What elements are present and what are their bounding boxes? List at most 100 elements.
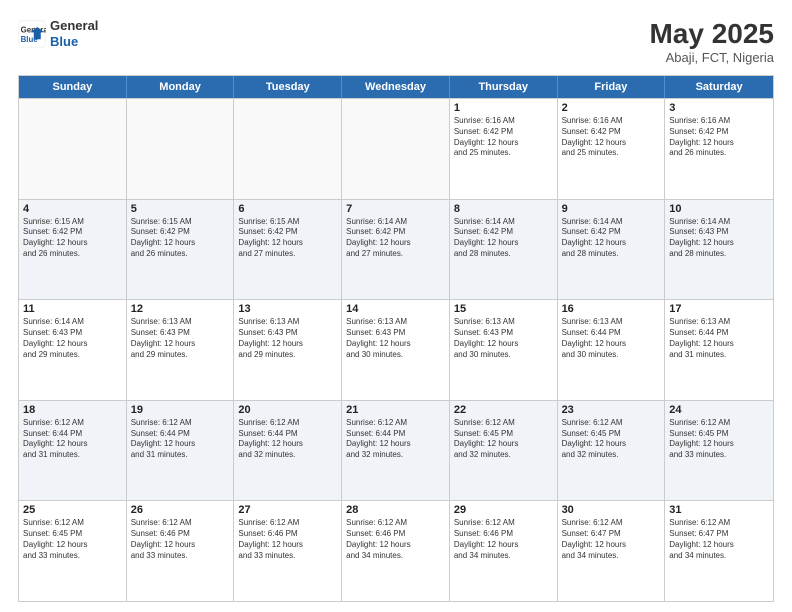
- day-number: 16: [562, 303, 661, 315]
- header-day-sunday: Sunday: [19, 76, 127, 98]
- day-number: 19: [131, 404, 230, 416]
- day-number: 25: [23, 504, 122, 516]
- calendar-row-4: 18 Sunrise: 6:12 AM Sunset: 6:44 PM Dayli…: [19, 400, 773, 501]
- day-number: 14: [346, 303, 445, 315]
- day-number: 4: [23, 203, 122, 215]
- calendar-cell: 16Sunrise: 6:13 AM Sunset: 6:44 PM Dayli…: [558, 300, 666, 400]
- calendar-cell: 28 Sunrise: 6:12 AM Sunset: 6:46 PM Dayli…: [342, 501, 450, 601]
- month-year: May 2025: [649, 18, 774, 50]
- calendar-row-2: 4 Sunrise: 6:15 AM Sunset: 6:42 PM Daylig…: [19, 199, 773, 300]
- day-number: 27: [238, 504, 337, 516]
- calendar-cell: 15Sunrise: 6:13 AM Sunset: 6:43 PM Dayli…: [450, 300, 558, 400]
- calendar: SundayMondayTuesdayWednesdayThursdayFrid…: [18, 75, 774, 602]
- calendar-row-5: 25Sunrise: 6:12 AM Sunset: 6:45 PM Dayli…: [19, 500, 773, 601]
- calendar-cell: 10Sunrise: 6:14 AM Sunset: 6:43 PM Dayli…: [665, 200, 773, 300]
- day-number: 24: [669, 404, 769, 416]
- cell-detail: Sunrise: 6:12 AM Sunset: 6:45 PM Dayligh…: [454, 418, 553, 461]
- day-number: 6: [238, 203, 337, 215]
- day-number: 1: [454, 102, 553, 114]
- cell-detail: Sunrise: 6:15 AM Sunset: 6:42 PM Dayligh…: [131, 217, 230, 260]
- day-number: 5: [131, 203, 230, 215]
- calendar-cell: 9 Sunrise: 6:14 AM Sunset: 6:42 PM Daylig…: [558, 200, 666, 300]
- day-number: 28: [346, 504, 445, 516]
- header-day-friday: Friday: [558, 76, 666, 98]
- day-number: 2: [562, 102, 661, 114]
- day-number: 18: [23, 404, 122, 416]
- calendar-cell: 18 Sunrise: 6:12 AM Sunset: 6:44 PM Dayli…: [19, 401, 127, 501]
- cell-detail: Sunrise: 6:13 AM Sunset: 6:43 PM Dayligh…: [238, 317, 337, 360]
- calendar-cell: 5 Sunrise: 6:15 AM Sunset: 6:42 PM Daylig…: [127, 200, 235, 300]
- header-day-saturday: Saturday: [665, 76, 773, 98]
- cell-detail: Sunrise: 6:13 AM Sunset: 6:44 PM Dayligh…: [669, 317, 769, 360]
- cell-detail: Sunrise: 6:12 AM Sunset: 6:47 PM Dayligh…: [669, 518, 769, 561]
- calendar-cell: 27Sunrise: 6:12 AM Sunset: 6:46 PM Dayli…: [234, 501, 342, 601]
- day-number: 11: [23, 303, 122, 315]
- calendar-cell: 3Sunrise: 6:16 AM Sunset: 6:42 PM Daylig…: [665, 99, 773, 199]
- cell-detail: Sunrise: 6:12 AM Sunset: 6:44 PM Dayligh…: [131, 418, 230, 461]
- day-number: 10: [669, 203, 769, 215]
- cell-detail: Sunrise: 6:15 AM Sunset: 6:42 PM Dayligh…: [23, 217, 122, 260]
- calendar-cell: 8 Sunrise: 6:14 AM Sunset: 6:42 PM Daylig…: [450, 200, 558, 300]
- cell-detail: Sunrise: 6:12 AM Sunset: 6:44 PM Dayligh…: [346, 418, 445, 461]
- cell-detail: Sunrise: 6:13 AM Sunset: 6:43 PM Dayligh…: [346, 317, 445, 360]
- calendar-cell: 1 Sunrise: 6:16 AM Sunset: 6:42 PM Daylig…: [450, 99, 558, 199]
- cell-detail: Sunrise: 6:14 AM Sunset: 6:42 PM Dayligh…: [454, 217, 553, 260]
- svg-text:General: General: [21, 25, 46, 34]
- cell-detail: Sunrise: 6:14 AM Sunset: 6:42 PM Dayligh…: [562, 217, 661, 260]
- cell-detail: Sunrise: 6:16 AM Sunset: 6:42 PM Dayligh…: [562, 116, 661, 159]
- header-day-monday: Monday: [127, 76, 235, 98]
- day-number: 9: [562, 203, 661, 215]
- logo-icon: General Blue: [18, 20, 46, 48]
- logo-line2: Blue: [50, 34, 98, 50]
- calendar-cell: 7Sunrise: 6:14 AM Sunset: 6:42 PM Daylig…: [342, 200, 450, 300]
- logo: General Blue General Blue: [18, 18, 98, 49]
- page: General Blue General Blue May 2025 Abaji…: [0, 0, 792, 612]
- calendar-cell: 30 Sunrise: 6:12 AM Sunset: 6:47 PM Dayli…: [558, 501, 666, 601]
- cell-detail: Sunrise: 6:12 AM Sunset: 6:46 PM Dayligh…: [346, 518, 445, 561]
- day-number: 20: [238, 404, 337, 416]
- calendar-cell: 26 Sunrise: 6:12 AM Sunset: 6:46 PM Dayli…: [127, 501, 235, 601]
- header-day-tuesday: Tuesday: [234, 76, 342, 98]
- header: General Blue General Blue May 2025 Abaji…: [18, 18, 774, 65]
- day-number: 15: [454, 303, 553, 315]
- title-block: May 2025 Abaji, FCT, Nigeria: [649, 18, 774, 65]
- cell-detail: Sunrise: 6:12 AM Sunset: 6:46 PM Dayligh…: [454, 518, 553, 561]
- day-number: 13: [238, 303, 337, 315]
- calendar-cell: 11 Sunrise: 6:14 AM Sunset: 6:43 PM Dayli…: [19, 300, 127, 400]
- day-number: 12: [131, 303, 230, 315]
- calendar-cell: 22Sunrise: 6:12 AM Sunset: 6:45 PM Dayli…: [450, 401, 558, 501]
- cell-detail: Sunrise: 6:12 AM Sunset: 6:47 PM Dayligh…: [562, 518, 661, 561]
- day-number: 30: [562, 504, 661, 516]
- cell-detail: Sunrise: 6:12 AM Sunset: 6:45 PM Dayligh…: [669, 418, 769, 461]
- cell-detail: Sunrise: 6:12 AM Sunset: 6:44 PM Dayligh…: [238, 418, 337, 461]
- calendar-cell: [234, 99, 342, 199]
- cell-detail: Sunrise: 6:12 AM Sunset: 6:46 PM Dayligh…: [131, 518, 230, 561]
- day-number: 3: [669, 102, 769, 114]
- cell-detail: Sunrise: 6:16 AM Sunset: 6:42 PM Dayligh…: [454, 116, 553, 159]
- calendar-row-3: 11 Sunrise: 6:14 AM Sunset: 6:43 PM Dayli…: [19, 299, 773, 400]
- calendar-cell: 2 Sunrise: 6:16 AM Sunset: 6:42 PM Daylig…: [558, 99, 666, 199]
- calendar-cell: 23Sunrise: 6:12 AM Sunset: 6:45 PM Dayli…: [558, 401, 666, 501]
- cell-detail: Sunrise: 6:12 AM Sunset: 6:45 PM Dayligh…: [562, 418, 661, 461]
- calendar-cell: 21 Sunrise: 6:12 AM Sunset: 6:44 PM Dayli…: [342, 401, 450, 501]
- calendar-cell: 24 Sunrise: 6:12 AM Sunset: 6:45 PM Dayli…: [665, 401, 773, 501]
- cell-detail: Sunrise: 6:14 AM Sunset: 6:42 PM Dayligh…: [346, 217, 445, 260]
- calendar-cell: [19, 99, 127, 199]
- calendar-cell: 31Sunrise: 6:12 AM Sunset: 6:47 PM Dayli…: [665, 501, 773, 601]
- calendar-cell: 14 Sunrise: 6:13 AM Sunset: 6:43 PM Dayli…: [342, 300, 450, 400]
- day-number: 21: [346, 404, 445, 416]
- cell-detail: Sunrise: 6:12 AM Sunset: 6:44 PM Dayligh…: [23, 418, 122, 461]
- header-day-thursday: Thursday: [450, 76, 558, 98]
- calendar-cell: 13 Sunrise: 6:13 AM Sunset: 6:43 PM Dayli…: [234, 300, 342, 400]
- calendar-cell: [342, 99, 450, 199]
- calendar-cell: 20 Sunrise: 6:12 AM Sunset: 6:44 PM Dayli…: [234, 401, 342, 501]
- day-number: 17: [669, 303, 769, 315]
- cell-detail: Sunrise: 6:14 AM Sunset: 6:43 PM Dayligh…: [23, 317, 122, 360]
- calendar-cell: 12Sunrise: 6:13 AM Sunset: 6:43 PM Dayli…: [127, 300, 235, 400]
- location: Abaji, FCT, Nigeria: [649, 50, 774, 65]
- day-number: 26: [131, 504, 230, 516]
- day-number: 8: [454, 203, 553, 215]
- day-number: 29: [454, 504, 553, 516]
- calendar-cell: 6Sunrise: 6:15 AM Sunset: 6:42 PM Daylig…: [234, 200, 342, 300]
- calendar-body: 1 Sunrise: 6:16 AM Sunset: 6:42 PM Daylig…: [19, 98, 773, 601]
